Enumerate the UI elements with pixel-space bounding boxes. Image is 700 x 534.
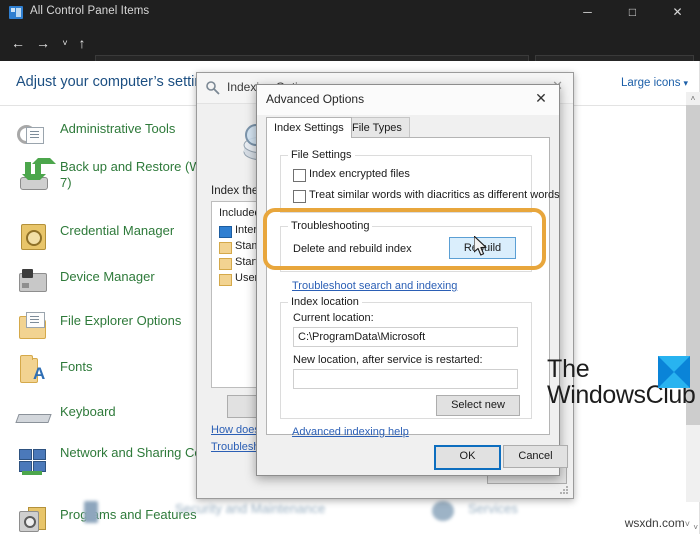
- file-settings-group: File Settings Index encrypted files Trea…: [280, 149, 560, 213]
- cancel-button[interactable]: Cancel: [503, 445, 568, 468]
- advanced-options-titlebar: Advanced Options ✕: [257, 85, 559, 115]
- ok-button[interactable]: OK: [434, 445, 501, 470]
- minimize-button[interactable]: ─: [565, 0, 610, 25]
- view-by-label: Large icons: [621, 77, 681, 89]
- tab-index-settings[interactable]: Index Settings: [266, 117, 352, 138]
- network-sharing-icon: [16, 447, 50, 479]
- advanced-options-dialog: Advanced Options ✕ Index Settings File T…: [256, 84, 568, 476]
- navigation-bar: ← → ˅ ↑ › Control Panel › All Control Pa…: [0, 25, 700, 84]
- device-manager-icon: [16, 267, 50, 299]
- index-location-group: Index location Current location: C:\Prog…: [280, 296, 532, 419]
- control-panel-bottom-row: Security and Maintenance Services: [0, 495, 700, 534]
- security-maintenance-icon: [84, 501, 98, 523]
- troubleshoot-search-indexing-link[interactable]: Troubleshoot search and indexing: [292, 280, 457, 292]
- windowsclub-logo: [658, 356, 690, 388]
- folder-icon: [219, 274, 232, 286]
- tabstrip: Index Settings File Types: [266, 117, 550, 138]
- folder-icon: [219, 242, 232, 254]
- mouse-cursor: [473, 235, 489, 257]
- folder-icon: [219, 258, 232, 270]
- backup-restore-icon: [16, 158, 56, 193]
- source-text: wsxdn.com: [624, 516, 685, 530]
- current-location-label: Current location:: [293, 312, 374, 324]
- index-location-caption: Index location: [288, 296, 362, 308]
- window-titlebar: All Control Panel Items ─ □ ✕: [0, 0, 700, 25]
- index-settings-pane: File Settings Index encrypted files Trea…: [266, 137, 560, 438]
- fonts-icon: A: [16, 355, 50, 387]
- view-by-dropdown[interactable]: Large icons ▾: [621, 77, 688, 89]
- file-settings-caption: File Settings: [288, 149, 355, 161]
- scroll-up-icon[interactable]: ˄: [686, 92, 700, 105]
- troubleshooting-caption: Troubleshooting: [288, 220, 373, 232]
- page-title: Adjust your computer’s settings: [16, 74, 218, 90]
- up-icon[interactable]: ↑: [72, 33, 92, 53]
- treat-diacritics-checkbox[interactable]: [293, 190, 306, 203]
- vertical-scrollbar[interactable]: ˄: [686, 92, 700, 502]
- screenshot-root: All Control Panel Items ─ □ ✕ ← → ˅ ↑ › …: [0, 0, 700, 534]
- forward-icon[interactable]: →: [33, 33, 53, 53]
- checkbox-label: Treat similar words with diacritics as d…: [309, 189, 560, 201]
- troubleshooting-group: Troubleshooting Delete and rebuild index…: [280, 220, 532, 272]
- internet-explorer-icon: [219, 226, 232, 238]
- window-title: All Control Panel Items: [30, 5, 150, 17]
- file-explorer-options-icon: [16, 311, 50, 343]
- rebuild-description: Delete and rebuild index: [293, 243, 412, 255]
- advanced-options-title: Advanced Options: [266, 92, 365, 106]
- select-new-button[interactable]: Select new: [436, 395, 520, 416]
- dialog-footer: OK Cancel: [257, 435, 568, 475]
- new-location-input[interactable]: [293, 369, 518, 389]
- tab-file-types[interactable]: File Types: [344, 117, 410, 138]
- checkbox-label: Index encrypted files: [309, 168, 410, 180]
- control-panel-bottom-label-1: Services: [468, 501, 518, 516]
- index-encrypted-files-checkbox[interactable]: [293, 169, 306, 182]
- new-location-label: New location, after service is restarted…: [293, 354, 483, 366]
- close-button[interactable]: ✕: [655, 0, 700, 25]
- control-panel-icon: [9, 6, 23, 19]
- control-panel-bottom-label-0: Security and Maintenance: [175, 501, 326, 516]
- services-icon: [432, 501, 454, 521]
- advanced-options-body: Index Settings File Types File Settings …: [266, 117, 560, 438]
- back-icon[interactable]: ←: [8, 33, 28, 53]
- chevron-down-icon: ▾: [683, 78, 688, 88]
- current-location-input[interactable]: C:\ProgramData\Microsoft: [293, 327, 518, 347]
- maximize-button[interactable]: □: [610, 0, 655, 25]
- resize-grip[interactable]: [560, 486, 570, 496]
- source-caret: ˅: [684, 519, 690, 529]
- close-icon[interactable]: ✕: [532, 89, 550, 107]
- scroll-down-icon[interactable]: ˅: [693, 523, 698, 532]
- administrative-tools-icon: [16, 121, 50, 153]
- keyboard-icon: [15, 404, 52, 436]
- credential-manager-icon: [16, 221, 50, 253]
- source-watermark: wsxdn.com˅: [625, 516, 690, 530]
- indexing-options-icon: [206, 81, 221, 95]
